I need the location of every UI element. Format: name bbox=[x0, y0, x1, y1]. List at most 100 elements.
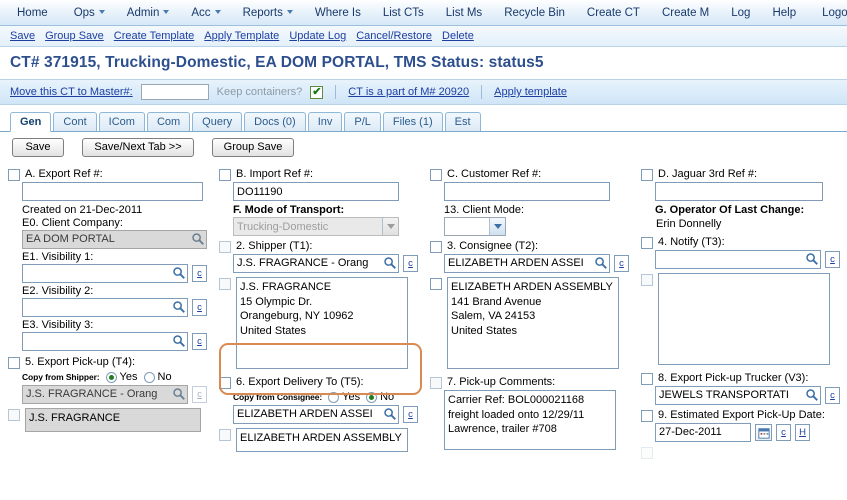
notify-copy-button[interactable]: c bbox=[825, 251, 840, 268]
export-ref-checkbox[interactable] bbox=[8, 169, 20, 181]
apply-template-link[interactable]: Apply template bbox=[494, 86, 567, 98]
nav-item-log[interactable]: Log bbox=[720, 3, 761, 23]
action-link-create-template[interactable]: Create Template bbox=[114, 30, 195, 42]
pickup-date-input[interactable]: 27-Dec-2011 bbox=[655, 423, 751, 442]
client-company-input[interactable]: EA DOM PORTAL bbox=[22, 230, 207, 249]
consignee-address-checkbox[interactable] bbox=[430, 278, 442, 290]
action-link-update-log[interactable]: Update Log bbox=[289, 30, 346, 42]
save-button[interactable]: Save bbox=[12, 137, 64, 157]
nav-item-create-m[interactable]: Create M bbox=[651, 3, 720, 23]
nav-item-reports[interactable]: Reports bbox=[232, 3, 304, 23]
partial-next-row-checkbox[interactable] bbox=[641, 447, 653, 459]
nav-item-list-ms[interactable]: List Ms bbox=[435, 3, 493, 23]
visibility2-input[interactable] bbox=[22, 298, 188, 317]
tab-icom[interactable]: ICom bbox=[98, 112, 145, 131]
radio-no-icon[interactable] bbox=[366, 391, 378, 403]
action-link-save[interactable]: Save bbox=[10, 30, 35, 42]
group-save-button[interactable]: Group Save bbox=[212, 137, 294, 157]
visibility1-copy-button[interactable]: c bbox=[192, 265, 207, 282]
customer-ref-checkbox[interactable] bbox=[430, 169, 442, 181]
master-number-input[interactable] bbox=[140, 84, 209, 100]
nav-item-admin[interactable]: Admin bbox=[116, 3, 181, 23]
visibility3-copy-button[interactable]: c bbox=[192, 333, 207, 350]
pickup-comments-checkbox[interactable] bbox=[430, 377, 442, 389]
save-next-tab-button[interactable]: Save/Next Tab >> bbox=[82, 137, 194, 157]
nav-item-list-cts[interactable]: List CTs bbox=[372, 3, 435, 23]
export-delivery-input[interactable]: ELIZABETH ARDEN ASSEI bbox=[233, 405, 399, 424]
ct-part-of-master-link[interactable]: CT is a part of M# 20920 bbox=[348, 86, 469, 98]
export-delivery-copy-button[interactable]: c bbox=[403, 406, 418, 423]
pickup-date-checkbox[interactable] bbox=[641, 410, 653, 422]
mode-of-transport-select[interactable]: Trucking-Domestic bbox=[233, 217, 399, 236]
visibility1-input[interactable] bbox=[22, 264, 188, 283]
copy-from-shipper-yes[interactable]: Yes bbox=[105, 371, 138, 383]
customer-ref-input[interactable] bbox=[444, 182, 610, 201]
pickup-trucker-copy-button[interactable]: c bbox=[825, 387, 840, 404]
shipper-address[interactable]: J.S. FRAGRANCE 15 Olympic Dr. Orangeburg… bbox=[236, 277, 408, 369]
consignee-input[interactable]: ELIZABETH ARDEN ASSEI bbox=[444, 254, 610, 273]
export-delivery-checkbox[interactable] bbox=[219, 377, 231, 389]
tab-docs[interactable]: Docs (0) bbox=[244, 112, 306, 131]
move-ct-to-master-link[interactable]: Move this CT to Master#: bbox=[10, 86, 133, 98]
tab-gen[interactable]: Gen bbox=[10, 112, 52, 132]
export-pickup-copy-button[interactable]: c bbox=[192, 386, 207, 403]
tab-cont[interactable]: Cont bbox=[53, 112, 97, 131]
calendar-icon[interactable] bbox=[755, 424, 772, 441]
export-pickup-address[interactable]: J.S. FRAGRANCE bbox=[25, 408, 201, 432]
action-link-apply-template[interactable]: Apply Template bbox=[204, 30, 279, 42]
action-link-cancel-restore[interactable]: Cancel/Restore bbox=[356, 30, 432, 42]
notify-address-checkbox[interactable] bbox=[641, 274, 653, 286]
radio-yes-icon[interactable] bbox=[328, 391, 340, 403]
nav-item-logout[interactable]: Logout bbox=[811, 3, 847, 23]
tab-est[interactable]: Est bbox=[444, 112, 481, 131]
visibility2-copy-button[interactable]: c bbox=[192, 299, 207, 316]
nav-item-recycle-bin[interactable]: Recycle Bin bbox=[493, 3, 576, 23]
nav-item-create-ct[interactable]: Create CT bbox=[576, 3, 651, 23]
shipper-input[interactable]: J.S. FRAGRANCE - Orang bbox=[233, 254, 399, 273]
consignee-copy-button[interactable]: c bbox=[614, 255, 629, 272]
visibility3-input[interactable] bbox=[22, 332, 188, 351]
shipper-address-checkbox[interactable] bbox=[219, 278, 231, 290]
pickup-comments-textarea[interactable]: Carrier Ref: BOL000021168 freight loaded… bbox=[444, 390, 616, 450]
export-ref-input[interactable] bbox=[22, 182, 203, 201]
consignee-checkbox[interactable] bbox=[430, 241, 442, 253]
notify-address[interactable] bbox=[658, 273, 830, 365]
tab-files[interactable]: Files (1) bbox=[382, 112, 443, 131]
export-pickup-input[interactable]: J.S. FRAGRANCE - Orang bbox=[22, 385, 188, 404]
client-mode-select[interactable] bbox=[444, 217, 506, 236]
nav-item-help[interactable]: Help bbox=[761, 3, 807, 23]
nav-item-ops[interactable]: Ops bbox=[63, 3, 116, 23]
pickup-date-copy-button[interactable]: c bbox=[776, 424, 791, 441]
tab-query[interactable]: Query bbox=[192, 112, 243, 131]
action-link-group-save[interactable]: Group Save bbox=[45, 30, 104, 42]
import-ref-input[interactable] bbox=[233, 182, 399, 201]
copy-from-consignee-no[interactable]: No bbox=[366, 391, 394, 403]
consignee-address[interactable]: ELIZABETH ARDEN ASSEMBLY 141 Brand Avenu… bbox=[447, 277, 619, 369]
tab-inv[interactable]: Inv bbox=[307, 112, 343, 131]
shipper-copy-button[interactable]: c bbox=[403, 255, 418, 272]
jaguar-ref-input[interactable] bbox=[655, 182, 823, 201]
export-pickup-checkbox[interactable] bbox=[8, 357, 20, 369]
copy-from-shipper-no[interactable]: No bbox=[143, 371, 172, 383]
notify-checkbox[interactable] bbox=[641, 237, 653, 249]
export-delivery-address-checkbox[interactable] bbox=[219, 429, 231, 441]
pickup-date-history-button[interactable]: H bbox=[795, 424, 810, 441]
shipper-checkbox[interactable] bbox=[219, 241, 231, 253]
export-delivery-address[interactable]: ELIZABETH ARDEN ASSEMBLY bbox=[236, 428, 408, 452]
import-ref-checkbox[interactable] bbox=[219, 169, 231, 181]
keep-containers-checkbox[interactable]: ✔ bbox=[310, 85, 324, 99]
action-link-delete[interactable]: Delete bbox=[442, 30, 474, 42]
nav-item-where-is[interactable]: Where Is bbox=[304, 3, 372, 23]
tab-com[interactable]: Com bbox=[146, 112, 191, 131]
notify-input[interactable] bbox=[655, 250, 821, 269]
radio-no-icon[interactable] bbox=[143, 371, 155, 383]
pickup-trucker-input[interactable]: JEWELS TRANSPORTATI bbox=[655, 386, 821, 405]
pickup-trucker-checkbox[interactable] bbox=[641, 373, 653, 385]
nav-item-home[interactable]: Home bbox=[6, 3, 59, 23]
jaguar-ref-checkbox[interactable] bbox=[641, 169, 653, 181]
nav-item-acc[interactable]: Acc bbox=[180, 3, 231, 23]
copy-from-consignee-yes[interactable]: Yes bbox=[328, 391, 360, 403]
tab-pl[interactable]: P/L bbox=[344, 112, 381, 131]
export-pickup-address-checkbox[interactable] bbox=[8, 409, 20, 421]
radio-yes-icon[interactable] bbox=[105, 371, 117, 383]
